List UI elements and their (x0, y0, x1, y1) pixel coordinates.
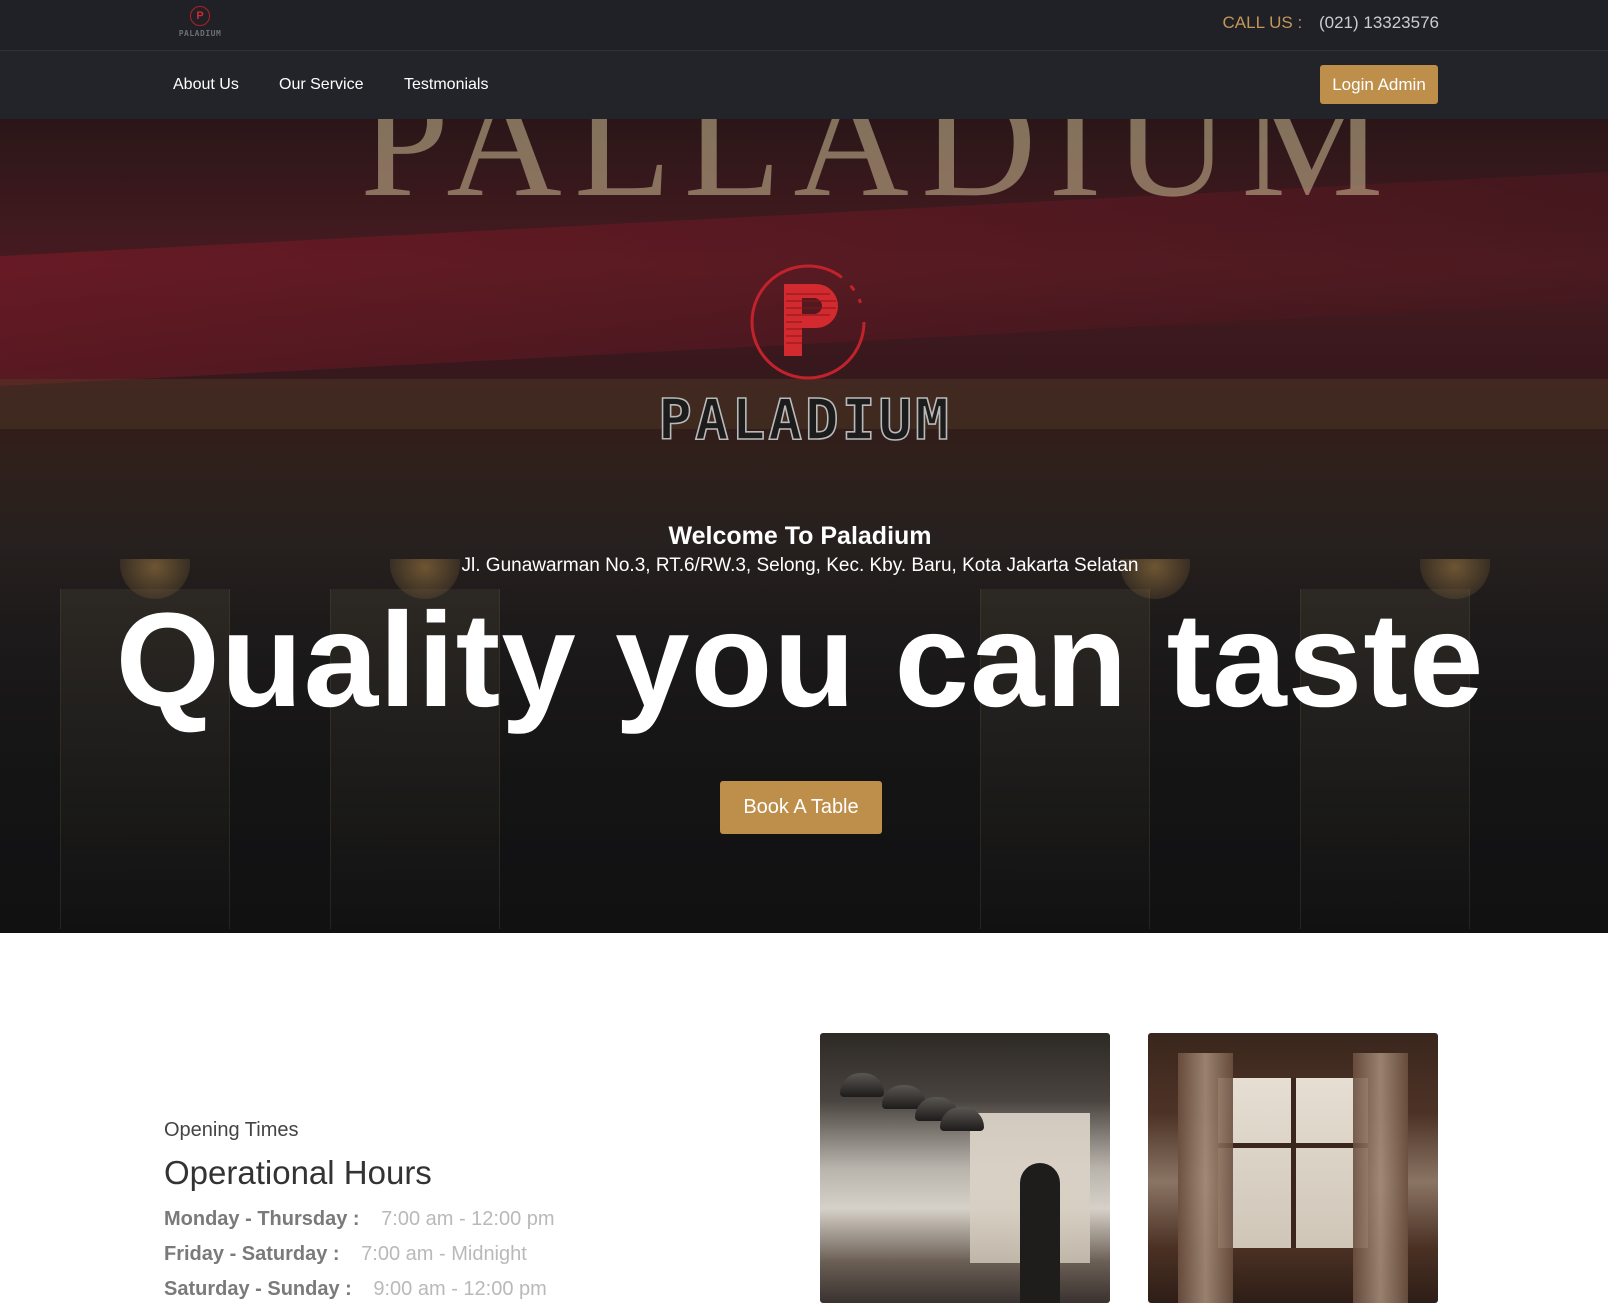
nav-about-us[interactable]: About Us (173, 76, 239, 94)
welcome-heading: Welcome To Paladium (668, 522, 932, 550)
opening-times-subtitle: Opening Times (164, 1119, 299, 1141)
hours-time: 7:00 am - 12:00 pm (381, 1208, 555, 1230)
background-sign-text: PALLADIUM (360, 119, 1396, 230)
logo-p-icon: P (190, 6, 210, 26)
paladium-logo: PALADIUM (657, 264, 952, 449)
address-text: Jl. Gunawarman No.3, RT.6/RW.3, Selong, … (461, 555, 1139, 576)
main-nav: About Us Our Service Testmonials Login A… (0, 51, 1608, 119)
login-admin-button[interactable]: Login Admin (1320, 65, 1438, 104)
top-bar: P PALADIUM CALL US : (021) 13323576 (0, 0, 1608, 51)
hours-row: Monday - Thursday : 7:00 am - 12:00 pm (164, 1208, 555, 1231)
nav-testimonials[interactable]: Testmonials (404, 76, 488, 94)
hours-time: 9:00 am - 12:00 pm (373, 1278, 547, 1300)
contact-phone: CALL US : (021) 13323576 (1223, 13, 1439, 33)
hours-time: 7:00 am - Midnight (361, 1243, 527, 1265)
hours-row: Saturday - Sunday : 9:00 am - 12:00 pm (164, 1278, 547, 1301)
logo-word: PALADIUM (658, 388, 952, 449)
call-us-label: CALL US : (1222, 13, 1303, 32)
book-table-button[interactable]: Book A Table (720, 781, 882, 834)
hero-headline: Quality you can taste (115, 586, 1485, 735)
dining-room-photo (1148, 1033, 1438, 1303)
hours-day: Saturday - Sunday : (164, 1278, 352, 1300)
nav-our-service[interactable]: Our Service (279, 76, 363, 94)
brand-logo[interactable]: P PALADIUM (170, 6, 230, 44)
hours-day: Friday - Saturday : (164, 1243, 340, 1265)
logo-wordmark: PALADIUM (178, 29, 222, 38)
hours-row: Friday - Saturday : 7:00 am - Midnight (164, 1243, 527, 1266)
operational-hours-title: Operational Hours (164, 1154, 432, 1191)
phone-number[interactable]: (021) 13323576 (1319, 13, 1439, 32)
restaurant-interior-photo (820, 1033, 1110, 1303)
hero-section: PALLADIUM PALADIUM Welcome To Paladium J… (0, 119, 1608, 933)
hours-day: Monday - Thursday : (164, 1208, 360, 1230)
